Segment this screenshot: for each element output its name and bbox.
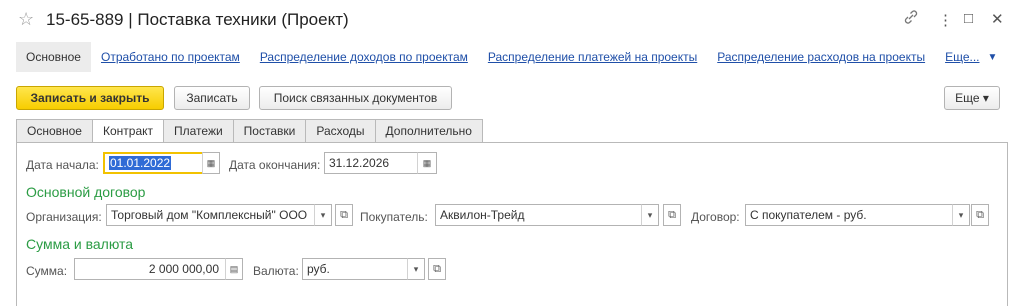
close-icon[interactable]: ✕ (991, 10, 1004, 28)
nav-more-arrow-icon[interactable]: ▼ (988, 52, 998, 63)
contract-dropdown-icon[interactable]: ▾ (952, 204, 970, 226)
form-navigation-bar: Основное Отработано по проектам Распреде… (16, 42, 997, 72)
buyer-field[interactable]: Аквилон-Трейд (435, 204, 642, 226)
more-button[interactable]: Еще ▾ (944, 86, 1000, 110)
maximize-icon[interactable]: □ (964, 10, 973, 27)
start-date-value: 01.01.2022 (109, 156, 172, 170)
buyer-label: Покупатель: (360, 210, 428, 224)
end-date-calendar-icon[interactable]: ▦ (417, 152, 437, 174)
currency-dropdown-icon[interactable]: ▾ (407, 258, 425, 280)
contract-field[interactable]: С покупателем - руб. (745, 204, 953, 226)
contract-label: Договор: (691, 210, 740, 224)
currency-open-icon[interactable]: ⧉ (428, 258, 446, 280)
contract-tab-panel: Дата начала: 01.01.2022 ▦ Дата окончания… (16, 142, 1008, 306)
nav-more[interactable]: Еще... (935, 42, 989, 72)
organization-field[interactable]: Торговый дом "Комплексный" ООО (106, 204, 315, 226)
sum-calculator-icon[interactable]: ▤ (225, 258, 243, 280)
contract-open-icon[interactable]: ⧉ (971, 204, 989, 226)
start-date-field[interactable]: 01.01.2022 (103, 152, 205, 174)
tab-payments[interactable]: Платежи (164, 119, 234, 143)
tab-main[interactable]: Основное (16, 119, 93, 143)
start-date-label: Дата начала: (26, 158, 99, 172)
nav-main[interactable]: Основное (16, 42, 91, 72)
organization-dropdown-icon[interactable]: ▾ (314, 204, 332, 226)
main-contract-header: Основной договор (26, 184, 146, 200)
buyer-open-icon[interactable]: ⧉ (663, 204, 681, 226)
nav-payment-distribution[interactable]: Распределение платежей на проекты (478, 42, 707, 72)
tab-deliveries[interactable]: Поставки (233, 119, 307, 143)
start-date-calendar-icon[interactable]: ▦ (202, 152, 220, 174)
save-button[interactable]: Записать (174, 86, 250, 110)
end-date-field[interactable]: 31.12.2026 (324, 152, 420, 174)
currency-field[interactable]: руб. (302, 258, 408, 280)
tab-bar: Основное Контракт Платежи Поставки Расхо… (16, 119, 483, 143)
nav-worked-by-projects[interactable]: Отработано по проектам (91, 42, 250, 72)
sum-currency-header: Сумма и валюта (26, 236, 134, 252)
save-and-close-button[interactable]: Записать и закрыть (16, 86, 164, 110)
tab-contract[interactable]: Контракт (92, 119, 164, 143)
tab-expenses[interactable]: Расходы (306, 119, 376, 143)
link-icon[interactable] (903, 9, 919, 28)
window-title: 15-65-889 | Поставка техники (Проект) (46, 10, 349, 29)
organization-label: Организация: (26, 210, 102, 224)
nav-expense-distribution[interactable]: Распределение расходов на проекты (707, 42, 935, 72)
organization-open-icon[interactable]: ⧉ (335, 204, 353, 226)
find-related-documents-button[interactable]: Поиск связанных документов (259, 86, 452, 110)
tab-additional[interactable]: Дополнительно (375, 119, 483, 143)
sum-field[interactable]: 2 000 000,00 (74, 258, 226, 280)
more-actions-icon[interactable]: ⋮ (938, 11, 953, 29)
nav-income-distribution[interactable]: Распределение доходов по проектам (250, 42, 478, 72)
sum-label: Сумма: (26, 264, 68, 278)
title-bar: ☆ 15-65-889 | Поставка техники (Проект) … (0, 0, 1024, 40)
buyer-dropdown-icon[interactable]: ▾ (641, 204, 659, 226)
currency-label: Валюта: (253, 264, 299, 278)
end-date-label: Дата окончания: (229, 158, 321, 172)
favorite-star-icon[interactable]: ☆ (18, 9, 34, 30)
